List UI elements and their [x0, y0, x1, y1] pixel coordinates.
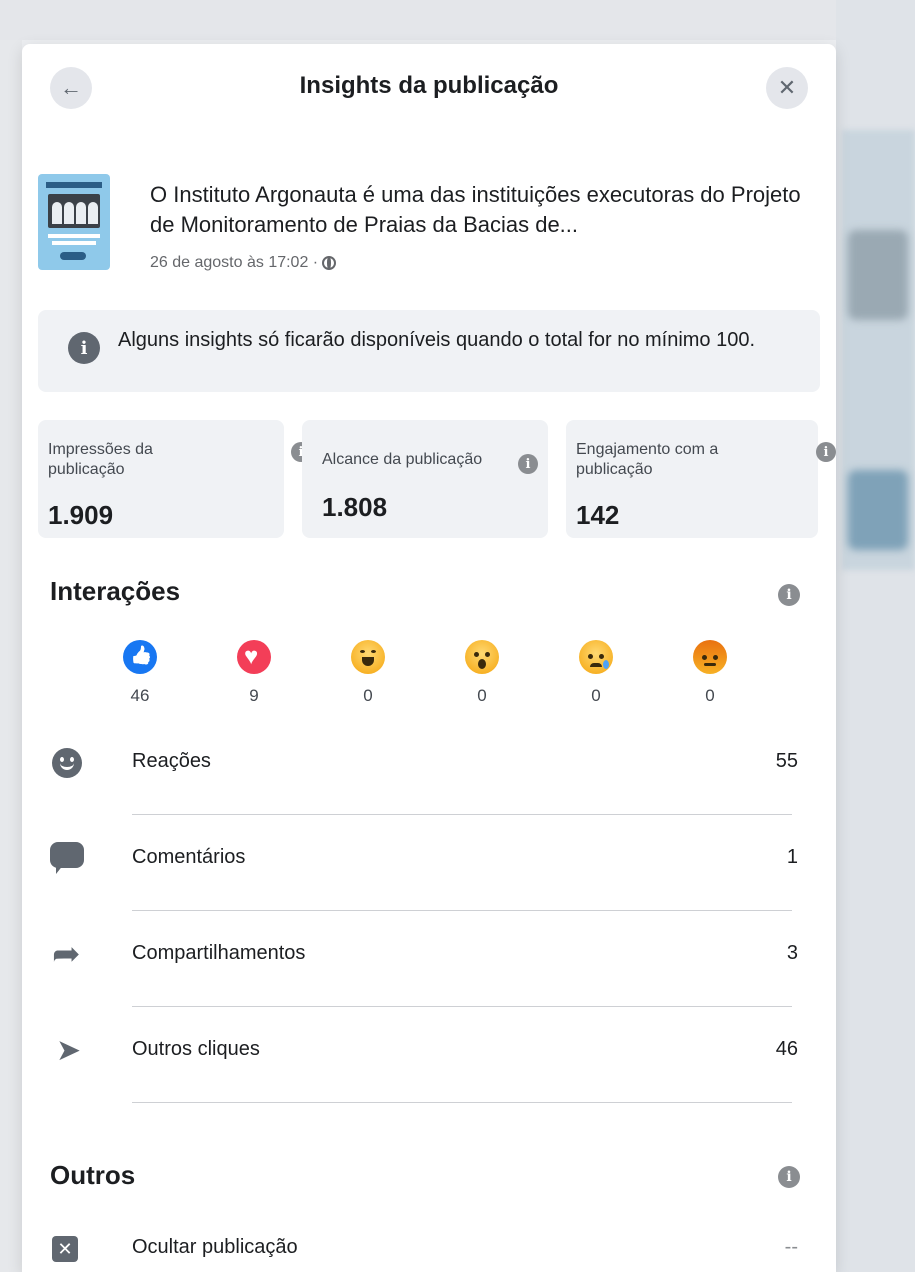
info-icon: i	[68, 332, 100, 364]
background-blur-image	[848, 470, 908, 550]
row-value: 55	[775, 750, 798, 772]
row-value: --	[784, 1236, 798, 1258]
dialog-title: Insights da publicação	[299, 72, 559, 99]
row-label: Outros cliques	[132, 1038, 260, 1060]
metric-label: Alcance da publicação	[322, 451, 483, 468]
metric-value: 142	[576, 500, 620, 530]
reaction-count: 0	[591, 686, 601, 705]
reaction-count: 0	[363, 686, 373, 705]
share-icon: ➦	[52, 935, 81, 973]
reaction-love: 9	[224, 640, 284, 706]
row-shares[interactable]: ➦ Compartilhamentos 3	[50, 914, 822, 1010]
row-reactions[interactable]: Reações 55	[50, 722, 822, 818]
post-preview[interactable]: O Instituto Argonauta é uma das institui…	[38, 174, 818, 284]
metric-engagement: Engajamento com a publicação 142 i	[566, 420, 836, 538]
reaction-count: 0	[477, 686, 487, 705]
row-divider	[132, 1102, 792, 1103]
reaction-sad: 0	[566, 640, 626, 706]
like-icon	[123, 640, 157, 674]
reaction-wow: 0	[452, 640, 512, 706]
row-value: 46	[775, 1038, 798, 1060]
background-page-left	[0, 40, 22, 1272]
row-label: Reações	[132, 750, 211, 772]
reactions-breakdown: 46 9 0 0 0	[82, 640, 782, 720]
background-blur-image	[848, 230, 908, 320]
row-comments[interactable]: Comentários 1	[50, 818, 822, 914]
row-value: 3	[786, 942, 798, 964]
reaction-angry: 0	[680, 640, 740, 706]
haha-icon	[351, 640, 385, 674]
love-icon	[237, 640, 271, 674]
post-meta: 26 de agosto às 17:02 ·	[150, 254, 337, 272]
metric-reach: Alcance da publicação 1.808 i	[302, 420, 548, 538]
others-title: Outros	[50, 1160, 136, 1190]
row-label: Compartilhamentos	[132, 942, 306, 964]
row-divider	[132, 814, 792, 815]
row-divider	[132, 910, 792, 911]
row-value: 1	[786, 846, 798, 868]
globe-icon	[322, 256, 337, 270]
row-hide-post[interactable]: ✕ Ocultar publicação --	[50, 1214, 822, 1272]
info-icon[interactable]: i	[518, 454, 538, 474]
smile-icon	[50, 744, 90, 784]
metric-value: 1.909	[48, 500, 114, 530]
row-divider	[132, 1006, 792, 1007]
close-button[interactable]: ✕	[766, 67, 808, 109]
metric-label: Impressões da publicação	[48, 441, 153, 478]
angry-icon	[693, 640, 727, 674]
reaction-count: 9	[249, 686, 259, 705]
post-thumbnail[interactable]	[38, 174, 110, 270]
post-text: O Instituto Argonauta é uma das institui…	[150, 182, 801, 237]
metric-value: 1.808	[322, 492, 388, 522]
reaction-haha: 0	[338, 640, 398, 706]
sad-icon	[579, 640, 613, 674]
row-other-clicks[interactable]: ➤ Outros cliques 46	[50, 1010, 822, 1106]
post-insights-dialog: ← Insights da publicação ✕ O Instituto A…	[22, 44, 836, 1272]
reaction-like: 46	[110, 640, 170, 706]
close-icon: ✕	[777, 75, 797, 100]
background-page-top	[0, 0, 915, 40]
wow-icon	[465, 640, 499, 674]
insights-notice: i Alguns insights só ficarão disponíveis…	[38, 310, 820, 392]
row-label: Ocultar publicação	[132, 1236, 298, 1258]
reaction-count: 46	[130, 686, 150, 705]
post-date: 26 de agosto às 17:02 ·	[150, 254, 319, 271]
row-label: Comentários	[132, 846, 246, 868]
hide-icon: ✕	[50, 1236, 90, 1272]
cursor-icon: ➤	[56, 1034, 82, 1067]
metric-impressions: Impressões da publicação 1.909 i	[38, 420, 311, 538]
comment-icon	[50, 840, 90, 880]
dialog-header: ← Insights da publicação ✕	[22, 44, 836, 134]
info-icon[interactable]: i	[778, 1166, 800, 1188]
reaction-count: 0	[705, 686, 715, 705]
metric-label: Engajamento com a publicação	[576, 441, 719, 478]
info-icon[interactable]: i	[778, 584, 800, 606]
info-icon[interactable]: i	[816, 442, 836, 462]
notice-text: Alguns insights só ficarão disponíveis q…	[118, 329, 756, 351]
interactions-title: Interações	[50, 576, 181, 606]
